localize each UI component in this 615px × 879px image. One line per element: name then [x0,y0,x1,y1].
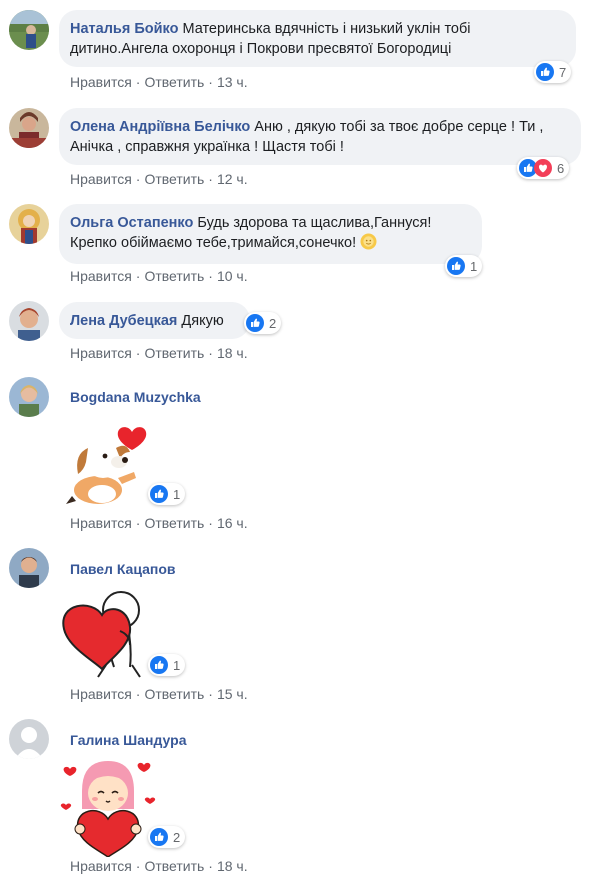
comment-bubble: Олена Андріївна Белічко Аню , дякую тобі… [59,108,581,165]
reply-link[interactable]: Ответить [144,74,204,90]
separator: · [208,858,213,874]
timestamp[interactable]: 18 ч. [217,345,248,361]
love-icon [534,159,552,177]
reply-link[interactable]: Ответить [144,268,204,284]
separator: · [135,515,141,531]
reply-link[interactable]: Ответить [144,515,204,531]
like-link[interactable]: Нравится [70,74,132,90]
like-link[interactable]: Нравится [70,268,132,284]
comment-actions: Нравится · Ответить · 10 ч. [70,268,248,284]
timestamp[interactable]: 13 ч. [217,74,248,90]
comment-author[interactable]: Наталья Бойко [70,21,178,37]
separator: · [208,515,213,531]
separator: · [135,686,141,702]
reply-link[interactable]: Ответить [144,171,204,187]
separator: · [208,345,213,361]
timestamp[interactable]: 15 ч. [217,686,248,702]
comment-text: Дякую [181,313,224,329]
comment-author[interactable]: Лена Дубецкая [70,313,177,329]
reaction-count: 6 [557,160,565,176]
separator: · [135,171,141,187]
sun-face-emoji-icon [360,233,377,256]
like-link[interactable]: Нравится [70,171,132,187]
separator: · [208,686,213,702]
like-icon [150,828,168,846]
reaction-summary[interactable]: 1 [445,255,483,277]
reaction-count: 1 [173,486,181,502]
comment-bubble: Ольга Остапенко Будь здорова та щаслива,… [59,204,482,264]
separator: · [135,345,141,361]
reply-link[interactable]: Ответить [144,345,204,361]
dog-heart-sticker [58,418,158,518]
like-icon [150,485,168,503]
like-icon [150,656,168,674]
avatar[interactable] [9,548,49,588]
timestamp[interactable]: 16 ч. [217,515,248,531]
comment-bubble: Лена Дубецкая Дякую [59,302,250,339]
comment-actions: Нравится · Ответить · 12 ч. [70,171,248,187]
avatar[interactable] [9,719,49,759]
timestamp[interactable]: 12 ч. [217,171,248,187]
timestamp[interactable]: 18 ч. [217,858,248,874]
comment-bubble: Наталья Бойко Материнська вдячність і ни… [59,10,576,67]
like-icon [447,257,465,275]
avatar[interactable] [9,301,49,341]
separator: · [208,171,213,187]
reaction-count: 1 [173,657,181,673]
reaction-summary[interactable]: 6 [517,157,570,179]
like-icon [536,63,554,81]
timestamp[interactable]: 10 ч. [217,268,248,284]
like-icon [246,314,264,332]
like-link[interactable]: Нравится [70,686,132,702]
hug-heart-sticker [58,585,158,685]
reaction-summary[interactable]: 1 [148,654,186,676]
avatar[interactable] [9,10,49,50]
reaction-summary[interactable]: 7 [534,61,572,83]
comment-author[interactable]: Bogdana Muzychka [70,389,201,405]
reply-link[interactable]: Ответить [144,858,204,874]
comment-author[interactable]: Ольга Остапенко [70,215,193,231]
like-link[interactable]: Нравится [70,858,132,874]
avatar[interactable] [9,377,49,417]
avatar[interactable] [9,204,49,244]
comment-actions: Нравится · Ответить · 16 ч. [70,515,248,531]
separator: · [208,74,213,90]
reaction-count: 7 [559,64,567,80]
separator: · [135,268,141,284]
comment-author[interactable]: Павел Кацапов [70,561,176,577]
comment-actions: Нравится · Ответить · 18 ч. [70,345,248,361]
reaction-summary[interactable]: 2 [244,312,282,334]
like-link[interactable]: Нравится [70,515,132,531]
separator: · [208,268,213,284]
reaction-summary[interactable]: 2 [148,826,186,848]
comment-actions: Нравится · Ответить · 13 ч. [70,74,248,90]
reaction-count: 1 [470,258,478,274]
like-link[interactable]: Нравится [70,345,132,361]
reply-link[interactable]: Ответить [144,686,204,702]
separator: · [135,74,141,90]
avatar[interactable] [9,108,49,148]
comment-actions: Нравится · Ответить · 18 ч. [70,858,248,874]
comment-author[interactable]: Галина Шандура [70,732,186,748]
comment-author[interactable]: Олена Андріївна Белічко [70,119,250,135]
reaction-count: 2 [269,315,277,331]
separator: · [135,858,141,874]
comment-actions: Нравится · Ответить · 15 ч. [70,686,248,702]
reaction-count: 2 [173,829,181,845]
reaction-summary[interactable]: 1 [148,483,186,505]
girl-heart-sticker [58,757,158,862]
